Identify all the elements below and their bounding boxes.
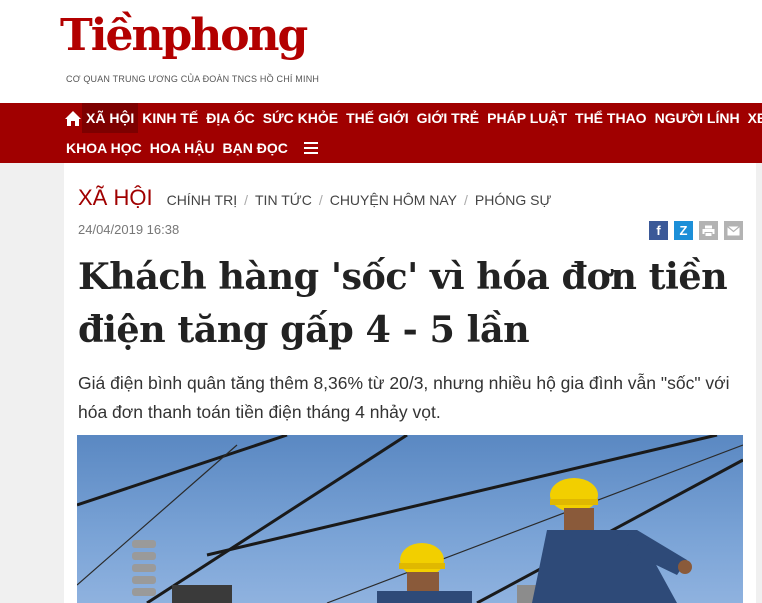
print-icon[interactable] (699, 221, 718, 240)
nav-row-2: KHOA HỌC HOA HẬU BẠN ĐỌC (62, 133, 320, 163)
email-icon[interactable] (724, 221, 743, 240)
nav-item-dia-oc[interactable]: ĐỊA ỐC (202, 103, 258, 133)
home-icon[interactable] (64, 103, 82, 133)
nav-item-nguoi-linh[interactable]: NGƯỜI LÍNH (651, 103, 744, 133)
menu-icon[interactable] (303, 133, 320, 163)
breadcrumb-item-chuyen-hom-nay[interactable]: CHUYỆN HÔM NAY (330, 192, 457, 208)
article-title: Khách hàng 'sốc' vì hóa đơn tiền điện tă… (78, 255, 728, 351)
article-photo[interactable] (77, 435, 743, 603)
breadcrumb-separator: / (244, 192, 248, 208)
nav-row-1: XÃ HỘI KINH TẾ ĐỊA ỐC SỨC KHỎE THẾ GIỚI … (0, 103, 762, 133)
breadcrumb-item-phong-su[interactable]: PHÓNG SỰ (475, 192, 552, 208)
site-tagline: CƠ QUAN TRUNG ƯƠNG CỦA ĐOÀN TNCS HỒ CHÍ … (66, 74, 320, 84)
nav-item-kinh-te[interactable]: KINH TẾ (138, 103, 202, 133)
breadcrumb-item-tin-tuc[interactable]: TIN TỨC (255, 192, 312, 208)
zalo-share-icon[interactable]: Z (674, 221, 693, 240)
breadcrumb-item-chinh-tri[interactable]: CHÍNH TRỊ (167, 192, 238, 208)
nav-item-ban-doc[interactable]: BẠN ĐỌC (219, 133, 292, 163)
facebook-share-icon[interactable]: f (649, 221, 668, 240)
nav-item-gioi-tre[interactable]: GIỚI TRẺ (413, 103, 484, 133)
article-sapo: Giá điện bình quân tăng thêm 8,36% từ 20… (78, 373, 730, 422)
breadcrumb-separator: / (318, 192, 323, 208)
left-gutter (0, 163, 64, 603)
email-icon-svg (727, 225, 740, 235)
nav-item-xe[interactable]: XE (744, 103, 762, 133)
site-header: Tiềnphong CƠ QUAN TRUNG ƯƠNG CỦA ĐOÀN TN… (0, 0, 762, 103)
nav-item-hoa-hau[interactable]: HOA HẬU (146, 133, 219, 163)
breadcrumb: XÃ HỘI CHÍNH TRỊ / TIN TỨC / CHUYỆN HÔM … (78, 185, 551, 211)
nav-item-the-gioi[interactable]: THẾ GIỚI (342, 103, 413, 133)
zalo-glyph: Z (679, 223, 688, 238)
nav-item-the-thao[interactable]: THỂ THAO (571, 103, 651, 133)
nav-item-xa-hoi[interactable]: XÃ HỘI (82, 103, 139, 133)
right-gutter (756, 163, 762, 603)
home-icon-svg (65, 111, 81, 126)
publish-date: 24/04/2019 16:38 (78, 222, 180, 237)
main-nav: XÃ HỘI KINH TẾ ĐỊA ỐC SỨC KHỎE THẾ GIỚI … (0, 103, 762, 163)
print-icon-svg (702, 225, 715, 237)
breadcrumb-category[interactable]: XÃ HỘI (78, 185, 153, 211)
article-photo-image (77, 435, 743, 603)
nav-item-khoa-hoc[interactable]: KHOA HỌC (62, 133, 146, 163)
nav-item-suc-khoe[interactable]: SỨC KHỎE (259, 103, 342, 133)
site-logo[interactable]: Tiềnphong (60, 4, 308, 68)
breadcrumb-separator: / (464, 192, 468, 208)
nav-item-phap-luat[interactable]: PHÁP LUẬT (483, 103, 571, 133)
facebook-glyph: f (656, 223, 661, 238)
